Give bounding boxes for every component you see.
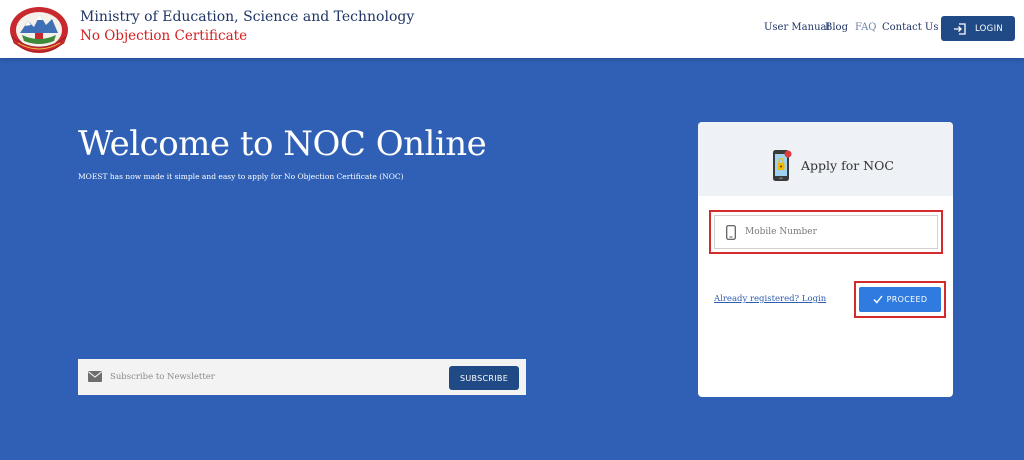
- checkmark-icon: [873, 295, 883, 304]
- apply-card-header: Apply for NOC: [698, 122, 953, 196]
- mobile-highlight-box: [709, 210, 943, 254]
- phone-lock-icon: [773, 150, 792, 181]
- newsletter-form: SUBSCRIBE: [78, 359, 526, 395]
- proceed-label: PROCEED: [886, 295, 928, 304]
- top-header: Ministry of Education, Science and Techn…: [0, 0, 1024, 58]
- apply-card: Apply for NOC Already registered? Login …: [698, 122, 953, 397]
- noc-subtitle: No Objection Certificate: [80, 28, 248, 44]
- proceed-highlight-box: PROCEED: [854, 281, 946, 318]
- mobile-number-input[interactable]: [745, 222, 925, 242]
- subscribe-button[interactable]: SUBSCRIBE: [449, 366, 519, 390]
- national-emblem-logo[interactable]: [8, 3, 70, 55]
- mobile-phone-icon: [726, 225, 736, 240]
- hero-subtitle: MOEST has now made it simple and easy to…: [78, 172, 404, 181]
- login-button[interactable]: LOGIN: [941, 16, 1015, 41]
- apply-card-title: Apply for NOC: [801, 158, 894, 173]
- login-label: LOGIN: [974, 23, 1004, 34]
- nav-blog[interactable]: Blog: [825, 22, 848, 33]
- already-registered-login-link[interactable]: Already registered? Login: [714, 294, 826, 304]
- nav-contact-us[interactable]: Contact Us: [882, 22, 938, 33]
- nav-faq[interactable]: FAQ: [855, 22, 877, 33]
- mail-icon: [88, 371, 102, 382]
- ministry-title: Ministry of Education, Science and Techn…: [80, 9, 415, 25]
- newsletter-email-input[interactable]: [108, 367, 438, 387]
- mobile-field: [714, 215, 938, 249]
- nav-user-manual[interactable]: User Manual: [764, 22, 830, 33]
- proceed-button[interactable]: PROCEED: [859, 287, 941, 312]
- hero-title: Welcome to NOC Online: [78, 124, 487, 164]
- login-icon: [953, 22, 966, 35]
